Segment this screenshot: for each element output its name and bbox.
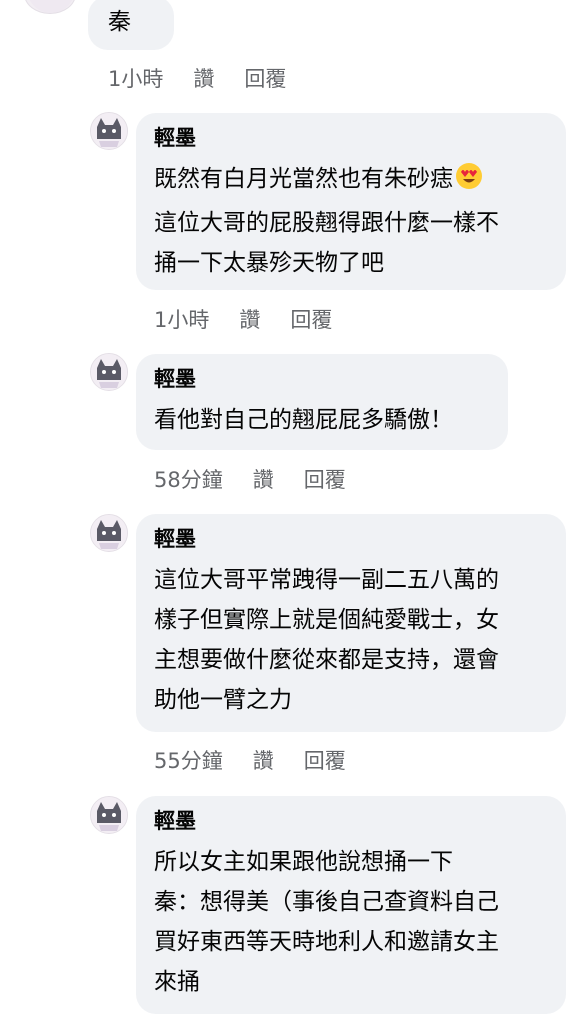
comment-line: 既然有白月光當然也有朱砂痣: [154, 166, 453, 192]
comment-meta: 1小時 讚 回覆: [108, 64, 286, 94]
comment-line: 買好東西等天時地利人和邀請女主: [154, 929, 499, 955]
comment-bubble: 秦: [88, 0, 174, 50]
comment-meta: 58分鐘 讚 回覆: [154, 465, 346, 495]
avatar[interactable]: [90, 112, 128, 150]
comment-line: 所以女主如果跟他說想捅一下: [154, 849, 453, 875]
comment-text: 既然有白月光當然也有朱砂痣 這位大哥的屁股翹得跟什麼一樣不 捅一下太暴殄天物了吧: [154, 159, 548, 283]
comment-meta: 55分鐘 讚 回覆: [154, 746, 346, 776]
comment-text: 秦: [108, 9, 131, 35]
comment-text: 這位大哥平常跩得一副二五八萬的 樣子但實際上就是個純愛戰士，女 主想要做什麼從來…: [154, 560, 548, 720]
comment-time: 58分鐘: [154, 468, 223, 492]
comment-line: 主想要做什麼從來都是支持，還會: [154, 647, 499, 673]
comment-bubble: 輕墨 所以女主如果跟他說想捅一下 秦：想得美（事後自己查資料自己 買好東西等天時…: [136, 796, 566, 1014]
avatar[interactable]: [90, 514, 128, 552]
comment-time: 55分鐘: [154, 749, 223, 773]
comment-text: 看他對自己的翹屁屁多驕傲！: [154, 400, 490, 440]
reply-button[interactable]: 回覆: [304, 465, 346, 495]
comment-author[interactable]: 輕墨: [154, 524, 548, 554]
comment-line: 來捅: [154, 969, 200, 995]
avatar[interactable]: [90, 353, 128, 391]
comment-text: 所以女主如果跟他說想捅一下 秦：想得美（事後自己查資料自己 買好東西等天時地利人…: [154, 842, 548, 1002]
comment-line: 秦：想得美（事後自己查資料自己: [154, 889, 499, 915]
comment-bubble: 輕墨 既然有白月光當然也有朱砂痣 這位大哥的屁股翹得跟什麼一樣不 捅一下太暴殄天…: [136, 113, 566, 290]
avatar[interactable]: [90, 796, 128, 834]
avatar[interactable]: [24, 0, 76, 14]
comment-line: 樣子但實際上就是個純愛戰士，女: [154, 607, 499, 633]
like-button[interactable]: 讚: [193, 64, 214, 94]
comment-line: 捅一下太暴殄天物了吧: [154, 250, 384, 276]
comment-line: 助他一臂之力: [154, 687, 292, 713]
reply-button[interactable]: 回覆: [304, 746, 346, 776]
comment-bubble: 輕墨 這位大哥平常跩得一副二五八萬的 樣子但實際上就是個純愛戰士，女 主想要做什…: [136, 514, 566, 732]
comment-author[interactable]: 輕墨: [154, 123, 548, 153]
comment-line: 看他對自己的翹屁屁多驕傲！: [154, 407, 453, 433]
comment-line: 這位大哥平常跩得一副二五八萬的: [154, 567, 499, 593]
comment-meta: 1小時 讚 回覆: [154, 305, 332, 335]
like-button[interactable]: 讚: [239, 305, 260, 335]
reply-button[interactable]: 回覆: [290, 305, 332, 335]
like-button[interactable]: 讚: [253, 746, 274, 776]
like-button[interactable]: 讚: [253, 465, 274, 495]
comment-time: 1小時: [108, 67, 164, 91]
comment-line: 這位大哥的屁股翹得跟什麼一樣不: [154, 210, 499, 236]
comment-bubble: 輕墨 看他對自己的翹屁屁多驕傲！: [136, 354, 508, 450]
comment-author[interactable]: 輕墨: [154, 806, 548, 836]
comment-time: 1小時: [154, 308, 210, 332]
heart-eyes-emoji-icon: [455, 162, 483, 203]
reply-button[interactable]: 回覆: [244, 64, 286, 94]
comment-author[interactable]: 輕墨: [154, 364, 490, 394]
